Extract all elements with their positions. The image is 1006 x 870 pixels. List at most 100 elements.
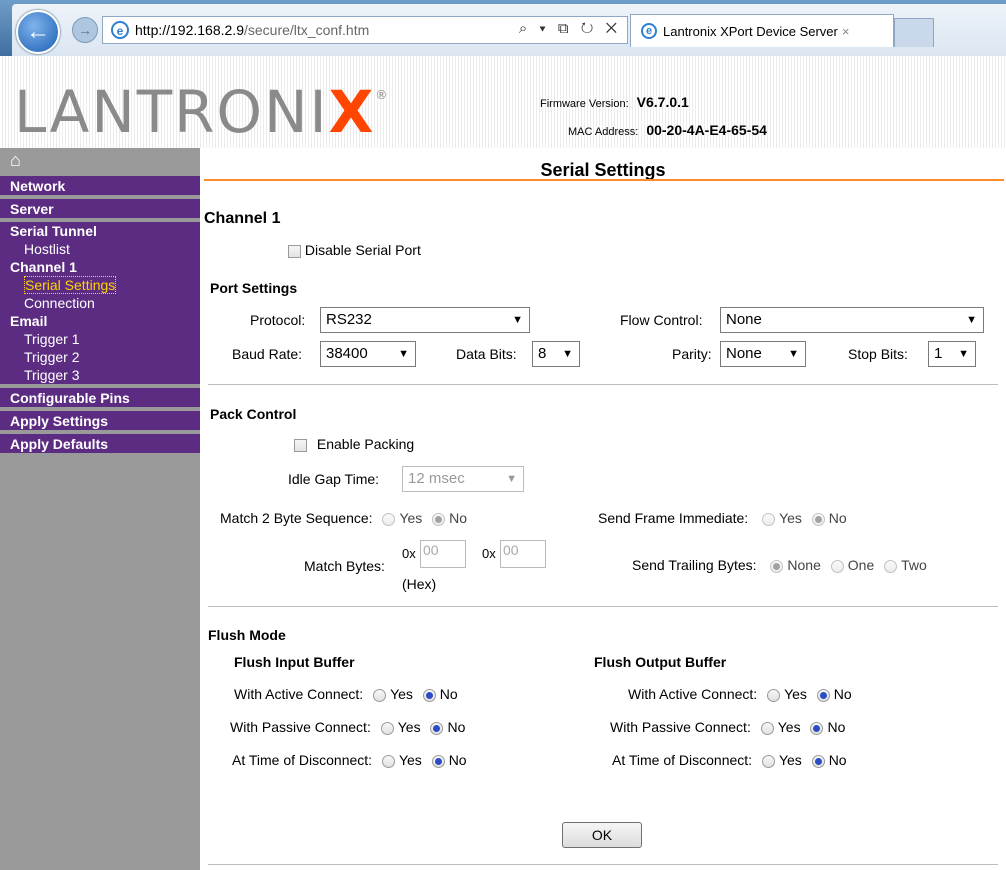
flush-mode-heading: Flush Mode (208, 627, 286, 643)
ok-button[interactable]: OK (562, 822, 642, 848)
back-button[interactable]: ← (16, 10, 60, 54)
output-active-yes-label: Yes (784, 686, 807, 702)
trailing-none-label: None (787, 557, 821, 573)
stop-bits-label: Stop Bits: (848, 346, 908, 362)
forward-button[interactable]: → (72, 17, 98, 43)
idle-gap-label: Idle Gap Time: (288, 471, 380, 487)
send-frame-yes-radio[interactable] (762, 512, 776, 526)
input-passive-yes-label: Yes (397, 719, 421, 735)
sidebar-item-serial-tunnel[interactable]: Serial Tunnel (0, 222, 200, 240)
protocol-label: Protocol: (250, 312, 306, 328)
hex-prefix-2: 0x (482, 546, 496, 561)
browser-tab[interactable]: e Lantronix XPort Device Server × (630, 14, 894, 47)
match-2-byte-yes-radio[interactable] (382, 512, 396, 526)
sidebar-item-trigger-3[interactable]: Trigger 3 (0, 366, 200, 384)
sidebar-item-network[interactable]: Network (0, 176, 200, 195)
pack-control-heading: Pack Control (210, 406, 297, 422)
data-bits-select[interactable]: 8 ▼ (532, 341, 580, 367)
match-2-byte-label: Match 2 Byte Sequence: (220, 510, 373, 526)
send-frame-row: Send Frame Immediate: Yes No (598, 510, 847, 526)
sidebar-item-server[interactable]: Server (0, 199, 200, 218)
tab-close-icon[interactable]: × (842, 24, 850, 39)
trailing-none-radio[interactable] (770, 559, 784, 573)
forward-arrow-icon: → (78, 22, 92, 38)
output-passive-label: With Passive Connect: (610, 719, 751, 735)
channel-heading: Channel 1 (204, 210, 281, 227)
divider (208, 864, 998, 865)
enable-packing-row: Enable Packing (294, 436, 414, 452)
enable-packing-label: Enable Packing (316, 436, 415, 452)
sidebar-item-configurable-pins[interactable]: Configurable Pins (0, 388, 200, 407)
dropdown-arrow-icon: ▼ (562, 348, 573, 360)
flush-output-heading: Flush Output Buffer (594, 654, 727, 670)
input-active-yes-radio[interactable] (373, 688, 387, 702)
ie-icon: e (111, 21, 129, 39)
sidebar-item-apply-settings[interactable]: Apply Settings (0, 411, 200, 430)
protocol-select[interactable]: RS232 ▼ (320, 307, 530, 333)
send-trailing-row: Send Trailing Bytes: None One Two (632, 557, 927, 573)
input-disconnect-no-label: No (448, 752, 467, 768)
stop-bits-select[interactable]: 1 ▼ (928, 341, 976, 367)
address-bar[interactable]: e http://192.168.2.9/secure/ltx_conf.htm… (102, 16, 628, 44)
title-underline (204, 179, 1004, 181)
trailing-two-radio[interactable] (884, 559, 898, 573)
trailing-two-label: Two (901, 557, 927, 573)
dropdown-arrow-icon: ▼ (398, 348, 409, 360)
match-2-byte-no-radio[interactable] (432, 512, 446, 526)
trailing-one-radio[interactable] (830, 559, 844, 573)
output-disconnect-no-radio[interactable] (811, 754, 825, 768)
firmware-version: Firmware Version: V6.7.0.1 (540, 94, 689, 110)
send-frame-yes-label: Yes (779, 510, 802, 526)
dropdown-arrow-icon: ▼ (958, 348, 969, 360)
output-active-no-radio[interactable] (816, 688, 830, 702)
input-passive-yes-radio[interactable] (380, 721, 394, 735)
input-passive-label: With Passive Connect: (230, 719, 371, 735)
output-disconnect-yes-radio[interactable] (761, 754, 775, 768)
output-passive-yes-radio[interactable] (760, 721, 774, 735)
send-frame-no-radio[interactable] (811, 512, 825, 526)
home-icon[interactable]: ⌂ (0, 148, 200, 176)
input-active-yes-label: Yes (390, 686, 413, 702)
input-passive-no-radio[interactable] (430, 721, 444, 735)
trailing-one-label: One (847, 557, 875, 573)
output-active-label: With Active Connect: (628, 686, 758, 702)
sidebar-item-email[interactable]: Email (0, 312, 200, 330)
parity-select[interactable]: None ▼ (720, 341, 806, 367)
output-passive-no-label: No (827, 719, 846, 735)
sidebar-item-channel-1[interactable]: Channel 1 (0, 258, 200, 276)
back-arrow-icon: ← (26, 18, 50, 45)
input-active-no-label: No (439, 686, 458, 702)
send-frame-no-label: No (828, 510, 847, 526)
parity-label: Parity: (672, 346, 712, 362)
baud-rate-select[interactable]: 38400 ▼ (320, 341, 416, 367)
disable-serial-port-checkbox[interactable] (288, 244, 301, 258)
input-disconnect-yes-radio[interactable] (381, 754, 395, 768)
hex-note: (Hex) (402, 576, 437, 592)
sidebar-item-apply-defaults[interactable]: Apply Defaults (0, 434, 200, 453)
input-active-label: With Active Connect: (234, 686, 364, 702)
idle-gap-select[interactable]: 12 msec ▼ (402, 466, 524, 492)
match-byte-2-input[interactable]: 00 (500, 540, 546, 568)
page-header: LANTRONIX® Firmware Version: V6.7.0.1 MAC… (0, 56, 1006, 148)
output-active-yes-radio[interactable] (767, 688, 781, 702)
match-bytes-label: Match Bytes: (304, 558, 385, 574)
sidebar-item-connection[interactable]: Connection (0, 294, 200, 312)
lantronix-logo: LANTRONIX® (14, 78, 390, 146)
input-disconnect-no-radio[interactable] (431, 754, 445, 768)
sidebar-item-serial-settings[interactable]: Serial Settings (0, 276, 200, 294)
new-tab-button[interactable] (894, 18, 934, 47)
address-tools[interactable]: ⌕ ▾ ⧉ ↻ ✕ (519, 20, 621, 37)
input-active-no-radio[interactable] (422, 688, 436, 702)
sidebar-item-trigger-2[interactable]: Trigger 2 (0, 348, 200, 366)
input-active-row: With Active Connect: Yes No (234, 686, 458, 702)
match-byte-1-input[interactable]: 00 (420, 540, 466, 568)
flow-control-select[interactable]: None ▼ (720, 307, 984, 333)
sidebar-item-trigger-1[interactable]: Trigger 1 (0, 330, 200, 348)
sidebar-item-hostlist[interactable]: Hostlist (0, 240, 200, 258)
port-settings-heading: Port Settings (210, 280, 298, 296)
output-passive-no-radio[interactable] (810, 721, 824, 735)
enable-packing-checkbox[interactable] (294, 438, 307, 452)
dropdown-arrow-icon: ▼ (788, 348, 799, 360)
browser-chrome: ← → e http://192.168.2.9/secure/ltx_conf… (0, 0, 1006, 56)
hex-prefix-1: 0x (402, 546, 416, 561)
